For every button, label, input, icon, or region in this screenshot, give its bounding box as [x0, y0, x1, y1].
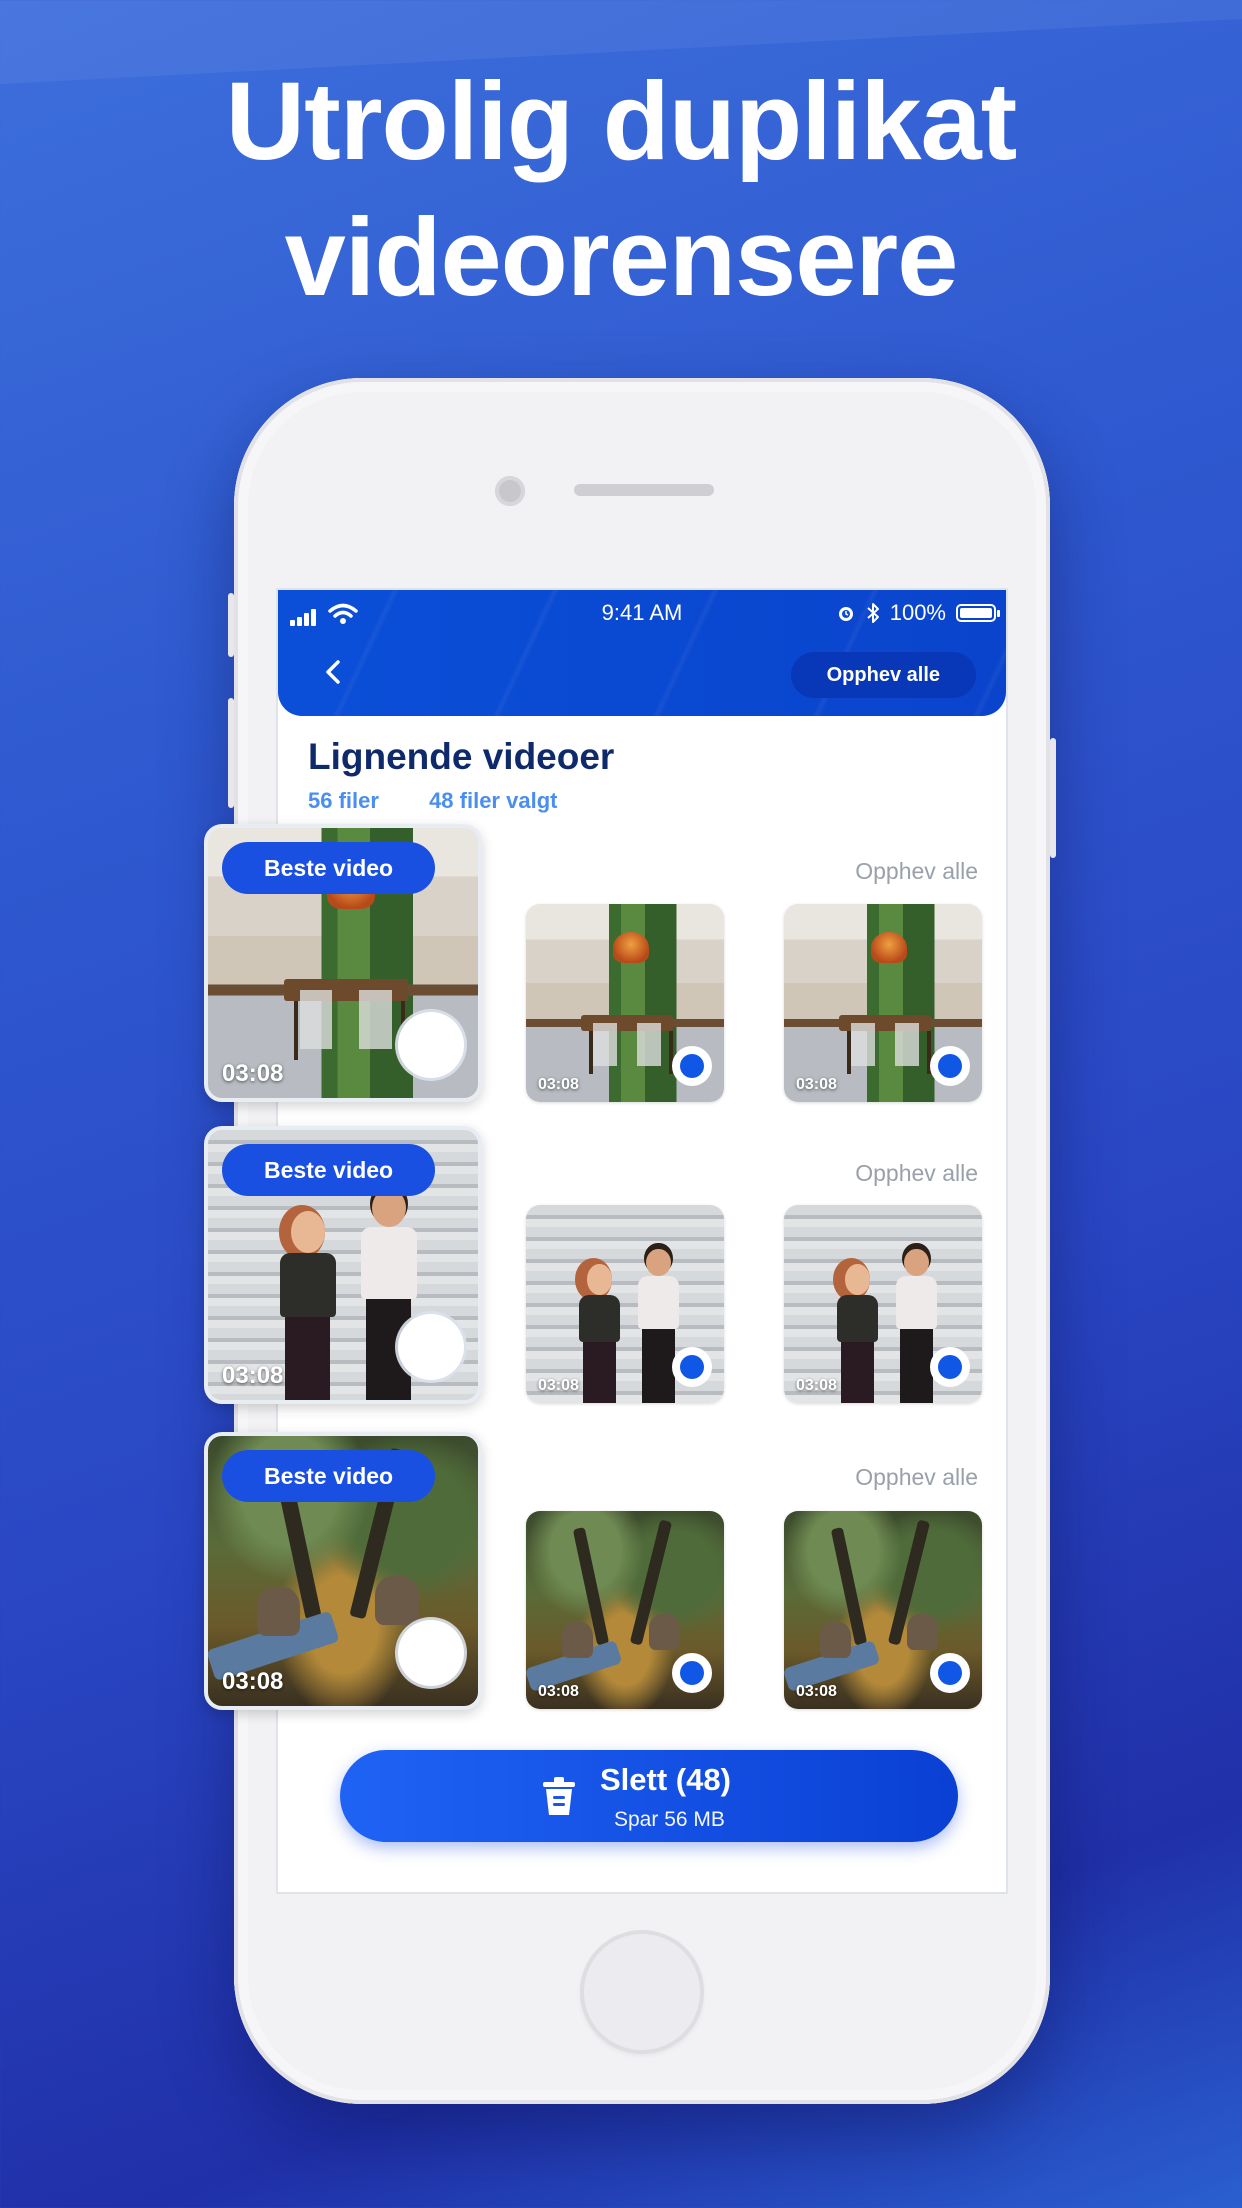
video-duration: 03:08	[222, 1060, 284, 1087]
video-duration: 03:08	[796, 1683, 837, 1700]
group-2-best-video[interactable]: Beste video 03:08	[204, 1126, 482, 1404]
group-2-video-2[interactable]: 03:08	[526, 1205, 724, 1403]
video-duration: 03:08	[538, 1076, 579, 1093]
video-duration: 03:08	[538, 1683, 579, 1700]
check-icon[interactable]	[930, 1046, 970, 1086]
volume-up-button	[228, 698, 234, 808]
unselect-all-button[interactable]: Opphev alle	[790, 652, 976, 698]
video-duration: 03:08	[796, 1076, 837, 1093]
best-video-badge: Beste video	[222, 1144, 436, 1196]
group-1-video-2[interactable]: 03:08	[526, 904, 724, 1102]
group-1-best-video[interactable]: Beste video 03:08	[204, 824, 482, 1102]
front-camera	[495, 476, 525, 506]
files-count: 56 filer	[308, 788, 379, 813]
group-2-video-3[interactable]: 03:08	[784, 1205, 982, 1403]
select-radio[interactable]	[398, 1620, 464, 1686]
group-3-unselect-all[interactable]: Opphev alle	[855, 1464, 978, 1491]
headline: Utrolig duplikat videorensere	[0, 54, 1242, 326]
best-video-badge: Beste video	[222, 842, 436, 894]
trash-icon	[543, 1777, 575, 1815]
group-1-video-3[interactable]: 03:08	[784, 904, 982, 1102]
status-right: 100%	[836, 600, 1000, 626]
video-duration: 03:08	[538, 1377, 579, 1394]
earpiece-speaker	[574, 484, 714, 496]
select-radio[interactable]	[398, 1012, 464, 1078]
back-chevron-icon[interactable]	[320, 658, 348, 686]
video-duration: 03:08	[222, 1668, 284, 1695]
check-icon[interactable]	[930, 1653, 970, 1693]
check-icon[interactable]	[672, 1046, 712, 1086]
selected-count: 48 filer valgt	[429, 788, 558, 813]
video-duration: 03:08	[222, 1362, 284, 1389]
headline-line-1: Utrolig duplikat	[225, 60, 1018, 183]
mute-switch	[228, 593, 234, 657]
check-icon[interactable]	[672, 1653, 712, 1693]
page-title: Lignende videoer	[308, 736, 615, 777]
delete-label: Slett (48)	[600, 1762, 731, 1797]
group-1-unselect-all[interactable]: Opphev alle	[855, 858, 978, 885]
delete-button[interactable]: Slett (48) Spar 56 MB	[340, 1750, 958, 1842]
select-radio[interactable]	[398, 1314, 464, 1380]
group-3-video-3[interactable]: 03:08	[784, 1511, 982, 1709]
battery-icon	[956, 604, 1000, 622]
best-video-badge: Beste video	[222, 1450, 436, 1502]
app-screen: 9:41 AM 100% Opphev alle Lignende videoe…	[204, 588, 1008, 1894]
battery-percent: 100%	[889, 600, 946, 625]
file-counts: 56 filer 48 filer valgt	[308, 788, 557, 814]
check-icon[interactable]	[672, 1347, 712, 1387]
check-icon[interactable]	[930, 1347, 970, 1387]
power-button	[1050, 738, 1056, 858]
video-duration: 03:08	[796, 1377, 837, 1394]
delete-savings: Spar 56 MB	[614, 1808, 725, 1831]
alarm-icon	[838, 607, 853, 621]
group-3-best-video[interactable]: Beste video 03:08	[204, 1432, 482, 1710]
bluetooth-icon	[867, 603, 879, 623]
status-bar: 9:41 AM 100%	[278, 598, 1006, 628]
group-3-video-2[interactable]: 03:08	[526, 1511, 724, 1709]
group-2-unselect-all[interactable]: Opphev alle	[855, 1160, 978, 1187]
headline-line-2: videorensere	[284, 196, 959, 319]
phone-mockup: 9:41 AM 100% Opphev alle Lignende videoe…	[204, 378, 1056, 2104]
top-bar: 9:41 AM 100% Opphev alle	[278, 590, 1006, 716]
home-button[interactable]	[580, 1930, 704, 2054]
